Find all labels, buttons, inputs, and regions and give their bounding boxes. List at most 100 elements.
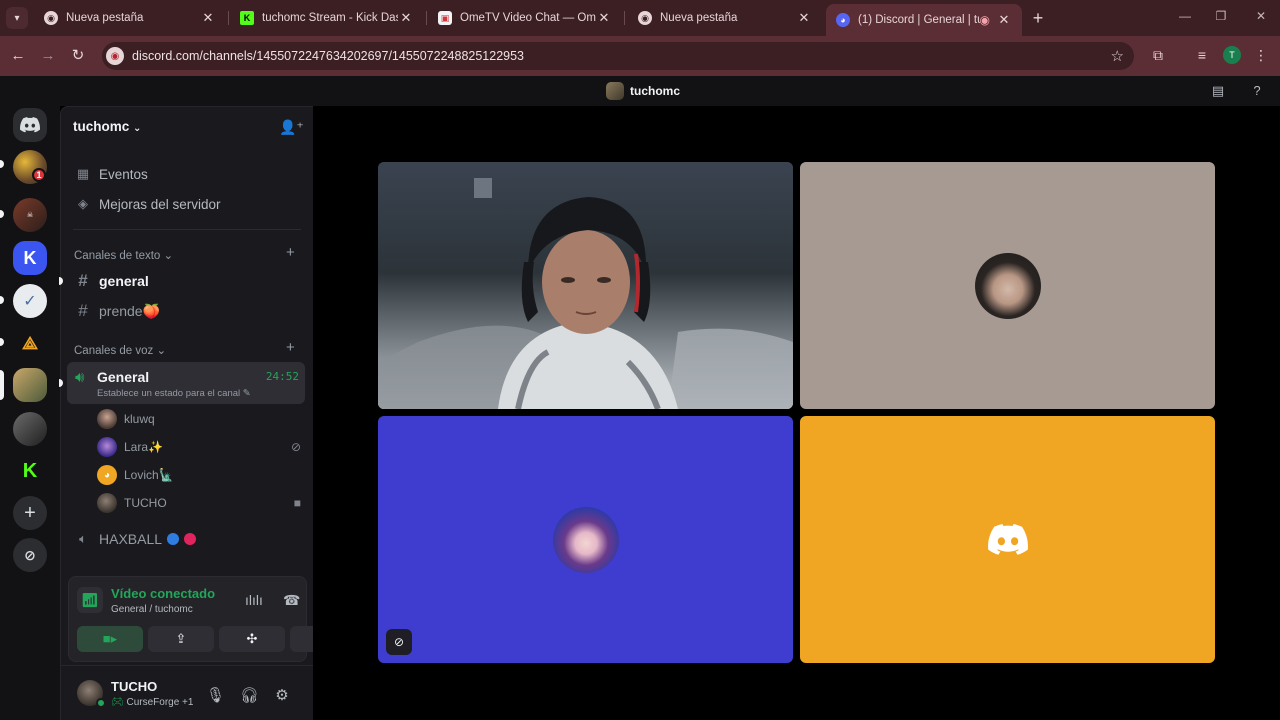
- ometv-icon: ▣: [438, 11, 452, 25]
- restore-icon[interactable]: ❐: [1211, 9, 1231, 23]
- speaker-icon: 🔈︎: [79, 531, 87, 546]
- avatar: [97, 437, 117, 457]
- voice-member[interactable]: Lara✨ ⊘: [97, 437, 301, 457]
- member-name: Lovich🗽: [124, 468, 174, 482]
- url-text: discord.com/channels/1455072247634202697…: [132, 49, 525, 63]
- close-tab-icon[interactable]: ✕: [996, 12, 1012, 28]
- events-label: Eventos: [99, 166, 148, 182]
- voice-channel-haxball[interactable]: 🔈︎ HAXBALL: [75, 531, 197, 547]
- back-icon[interactable]: ←: [8, 46, 28, 66]
- profile-avatar[interactable]: T: [1223, 46, 1241, 64]
- site-info-icon[interactable]: ◉: [106, 47, 124, 65]
- channel-status[interactable]: Establece un estado para el canal ✎: [97, 388, 251, 399]
- server-boost-row[interactable]: ◈ Mejoras del servidor: [75, 196, 221, 212]
- channel-label: prende🍑: [99, 302, 161, 319]
- address-bar[interactable]: ◉ discord.com/channels/14550722476342026…: [102, 42, 1134, 70]
- reload-icon[interactable]: ↻: [68, 46, 88, 66]
- tab-title: Nueva pestaña: [660, 12, 738, 24]
- video-tile-camera[interactable]: [378, 162, 793, 409]
- avatar: [97, 493, 117, 513]
- video-tile-lovich[interactable]: [800, 416, 1215, 663]
- server-kick-green-icon[interactable]: K: [13, 454, 47, 488]
- voice-status-subtitle[interactable]: General / tuchomc: [111, 604, 193, 615]
- media-controls-icon[interactable]: ≡: [1193, 47, 1211, 63]
- forward-icon[interactable]: →: [38, 46, 58, 66]
- channel-prende[interactable]: # prende🍑: [75, 301, 160, 321]
- text-category[interactable]: Canales de texto ⌄: [74, 248, 173, 262]
- video-tile-kluwq[interactable]: [800, 162, 1215, 409]
- minimize-icon[interactable]: —: [1175, 9, 1195, 23]
- add-voice-channel-icon[interactable]: +: [286, 339, 295, 356]
- discord-home-icon[interactable]: [13, 108, 47, 142]
- member-name: kluwq: [124, 412, 155, 426]
- calendar-icon: ▦: [76, 166, 90, 181]
- game-controller-icon: 🎮︎: [111, 697, 124, 708]
- inbox-icon[interactable]: ▤: [1209, 83, 1227, 99]
- pencil-icon: ✎: [242, 388, 251, 399]
- events-row[interactable]: ▦ Eventos: [75, 166, 148, 182]
- browser-tab[interactable]: K tuchomc Stream - Kick Dashboard ✕: [230, 4, 424, 32]
- close-tab-icon[interactable]: ✕: [398, 10, 414, 26]
- browser-menu-icon[interactable]: ⋮: [1252, 47, 1270, 64]
- voice-member[interactable]: ◕ Lovich🗽: [97, 465, 301, 485]
- browser-toolbar: ← → ↻ ◉ discord.com/channels/14550722476…: [0, 36, 1280, 76]
- voice-member[interactable]: TUCHO ■: [97, 493, 301, 513]
- add-server-icon[interactable]: +: [13, 496, 47, 530]
- close-tab-icon[interactable]: ✕: [200, 10, 216, 26]
- activities-button[interactable]: ✣: [219, 626, 285, 652]
- user-activity: 🎮︎ CurseForge +1: [111, 697, 193, 708]
- browser-tab[interactable]: ◉ Nueva pestaña ✕: [628, 4, 822, 32]
- help-icon[interactable]: ?: [1248, 83, 1266, 99]
- guild-header[interactable]: tuchomc ⌄: [73, 119, 141, 134]
- hash-icon: #: [78, 301, 88, 320]
- voice-category-label: Canales de voz: [74, 345, 154, 357]
- tab-search-button[interactable]: ▾: [6, 7, 28, 29]
- settings-gear-icon[interactable]: ⚙: [273, 686, 291, 704]
- channel-general[interactable]: # general: [75, 271, 149, 291]
- video-tile-lara[interactable]: ⊘: [378, 416, 793, 663]
- voice-channel-general[interactable]: 🔊︎ General 24:52 Establece un estado par…: [67, 362, 305, 404]
- discord-logo-icon: [975, 507, 1041, 573]
- server-avatar: [606, 82, 624, 100]
- kick-icon: K: [240, 11, 254, 25]
- server-kick-blue-icon[interactable]: K: [13, 241, 47, 275]
- screen-share-button[interactable]: ⇪: [148, 626, 214, 652]
- server-swoosh-icon[interactable]: ✓: [13, 284, 47, 318]
- invite-people-icon[interactable]: 👤⁺: [279, 119, 304, 136]
- server-pirates-icon[interactable]: ☠: [13, 198, 47, 232]
- noise-suppression-icon[interactable]: ılılı: [245, 592, 263, 608]
- browser-tab[interactable]: ◉ Nueva pestaña ✕: [34, 4, 226, 32]
- server-portrait-icon[interactable]: [13, 412, 47, 446]
- voice-category[interactable]: Canales de voz ⌄: [74, 343, 166, 357]
- bookmark-star-icon[interactable]: ☆: [1111, 47, 1124, 65]
- user-name: TUCHO: [111, 679, 158, 694]
- channel-label: general: [99, 273, 149, 289]
- voice-member[interactable]: kluwq: [97, 409, 301, 429]
- call-timer: 24:52: [265, 370, 299, 383]
- disconnect-icon[interactable]: ☎︎: [283, 592, 300, 609]
- tab-title: OmeTV Video Chat — Omegle: [460, 12, 596, 24]
- online-status-icon: [96, 698, 106, 708]
- channel-status-text: Establece un estado para el canal: [97, 388, 241, 399]
- headphones-icon[interactable]: 🎧︎: [240, 686, 259, 704]
- close-tab-icon[interactable]: ✕: [596, 10, 612, 26]
- signal-icon[interactable]: 📶︎: [77, 587, 103, 613]
- browser-tab[interactable]: ▣ OmeTV Video Chat — Omegle ✕: [428, 4, 622, 32]
- speaker-icon: 🔊︎: [75, 369, 85, 386]
- server-tuchomc-icon[interactable]: [13, 368, 47, 402]
- close-window-icon[interactable]: ✕: [1251, 9, 1271, 23]
- microphone-icon[interactable]: 🎙︎: [206, 686, 225, 704]
- new-tab-button[interactable]: +: [1028, 8, 1048, 28]
- add-text-channel-icon[interactable]: +: [286, 244, 295, 261]
- extensions-icon[interactable]: ⧉: [1149, 47, 1167, 64]
- guild-name: tuchomc: [73, 119, 130, 134]
- discord-icon: ◕: [836, 13, 850, 27]
- discover-icon[interactable]: ⊘: [13, 538, 47, 572]
- server-emblem-icon[interactable]: ⟁: [13, 326, 47, 360]
- chevron-down-icon: ⌄: [156, 345, 167, 357]
- chevron-down-icon: ⌄: [163, 250, 174, 262]
- camera-button[interactable]: ■▸: [77, 626, 143, 652]
- close-tab-icon[interactable]: ✕: [796, 10, 812, 26]
- browser-tab-active[interactable]: ◕ (1) Discord | General | tuchomc ◉ ✕: [826, 4, 1022, 36]
- channel-sidebar: tuchomc ⌄ 👤⁺ ▦ Eventos ◈ Mejoras del ser…: [59, 106, 356, 720]
